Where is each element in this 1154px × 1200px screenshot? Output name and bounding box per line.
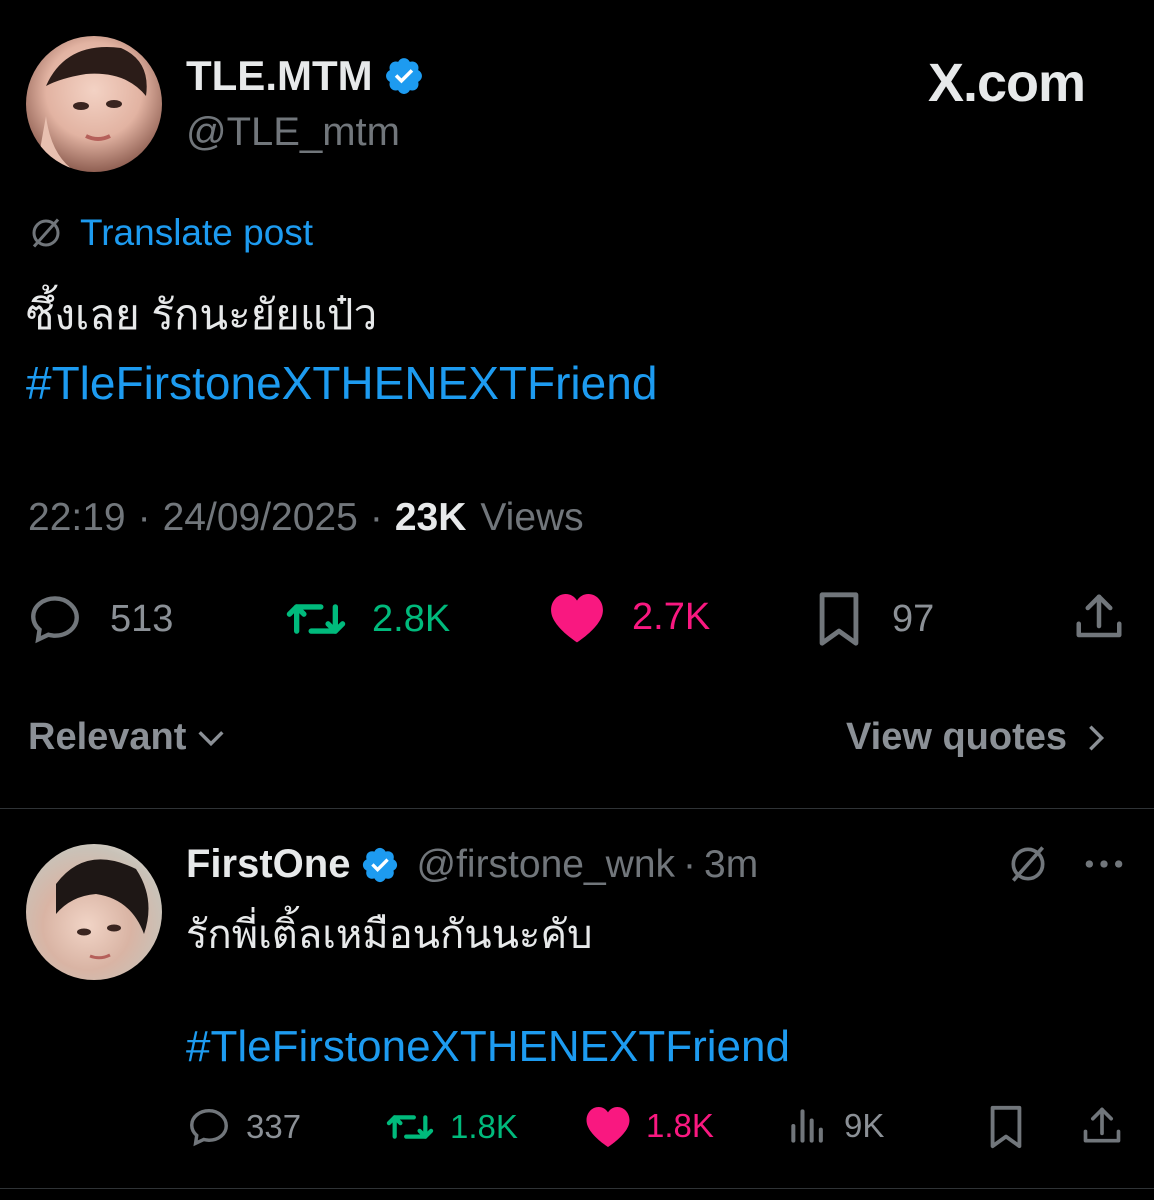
repost-button[interactable]: 2.8K — [284, 590, 450, 648]
share-icon — [1080, 1104, 1124, 1148]
translate-icon — [28, 215, 64, 251]
view-quotes-link[interactable]: View quotes — [846, 716, 1113, 759]
heart-icon — [584, 1104, 632, 1148]
translate-post-link[interactable]: Translate post — [28, 212, 313, 254]
post-timestamp: 22:19 · 24/09/2025 · 23K Views — [28, 496, 584, 539]
post-time: 22:19 — [28, 496, 126, 539]
reply-button[interactable]: 513 — [26, 590, 173, 648]
reply-repost-button[interactable]: 1.8K — [384, 1104, 518, 1150]
views-count: 23K — [394, 496, 467, 539]
author-display-name[interactable]: TLE.MTM — [186, 52, 373, 100]
translate-post-label: Translate post — [80, 212, 314, 253]
post-text: ซึ้งเลย รักนะยัยแป๋ว — [26, 291, 378, 338]
reply-like-button[interactable]: 1.8K — [584, 1104, 714, 1148]
grok-icon[interactable] — [1006, 842, 1050, 886]
chevron-down-icon — [194, 721, 228, 755]
chevron-right-icon — [1079, 721, 1113, 755]
bookmark-icon — [986, 1104, 1026, 1150]
bookmark-button[interactable]: 97 — [816, 590, 934, 648]
author-handle[interactable]: @TLE_mtm — [186, 110, 400, 155]
like-button[interactable]: 2.7K — [548, 590, 710, 644]
reply-icon — [26, 590, 84, 648]
reply-icon — [186, 1104, 232, 1150]
repost-count: 2.8K — [372, 597, 451, 640]
reply-reply-button[interactable]: 337 — [186, 1104, 301, 1150]
reply-display-name[interactable]: FirstOne — [186, 842, 350, 887]
share-button[interactable] — [1072, 590, 1126, 644]
like-count: 2.7K — [632, 595, 711, 638]
reply-bookmark-button[interactable] — [986, 1104, 1026, 1150]
reply-text: รักพี่เติ้ลเหมือนกันนะคับ — [186, 913, 593, 957]
reply-count: 513 — [110, 597, 174, 640]
x-brand-logo: X.com — [928, 53, 1086, 113]
views-icon — [786, 1104, 830, 1148]
sort-dropdown[interactable]: Relevant — [28, 716, 228, 759]
heart-icon — [548, 590, 606, 644]
repost-icon — [284, 590, 348, 648]
reply-share-button[interactable] — [1080, 1104, 1124, 1148]
reply-views-button[interactable]: 9K — [786, 1104, 884, 1148]
bookmark-icon — [816, 590, 862, 648]
sort-label: Relevant — [28, 716, 187, 758]
reply-avatar[interactable] — [26, 844, 162, 980]
divider — [0, 1188, 1154, 1189]
bookmark-count: 97 — [892, 597, 935, 640]
reply-repost-count: 1.8K — [450, 1108, 518, 1145]
view-quotes-label: View quotes — [846, 716, 1068, 758]
reply-reply-count: 337 — [246, 1108, 302, 1145]
verified-badge-icon — [383, 55, 425, 97]
more-icon[interactable] — [1082, 848, 1126, 880]
verified-badge-icon — [360, 845, 400, 885]
divider — [0, 808, 1154, 809]
share-icon — [1072, 590, 1126, 644]
reply-handle[interactable]: @firstone_wnk — [416, 843, 675, 887]
repost-icon — [384, 1104, 436, 1150]
post-date: 24/09/2025 — [162, 496, 358, 539]
author-avatar[interactable] — [26, 36, 162, 172]
post-hashtag[interactable]: #TleFirstoneXTHENEXTFriend — [26, 356, 657, 410]
views-label: Views — [480, 496, 584, 539]
reply-views-count: 9K — [844, 1107, 885, 1144]
reply-like-count: 1.8K — [646, 1107, 714, 1144]
reply-hashtag[interactable]: #TleFirstoneXTHENEXTFriend — [186, 1022, 790, 1072]
reply-age: 3m — [704, 842, 759, 886]
